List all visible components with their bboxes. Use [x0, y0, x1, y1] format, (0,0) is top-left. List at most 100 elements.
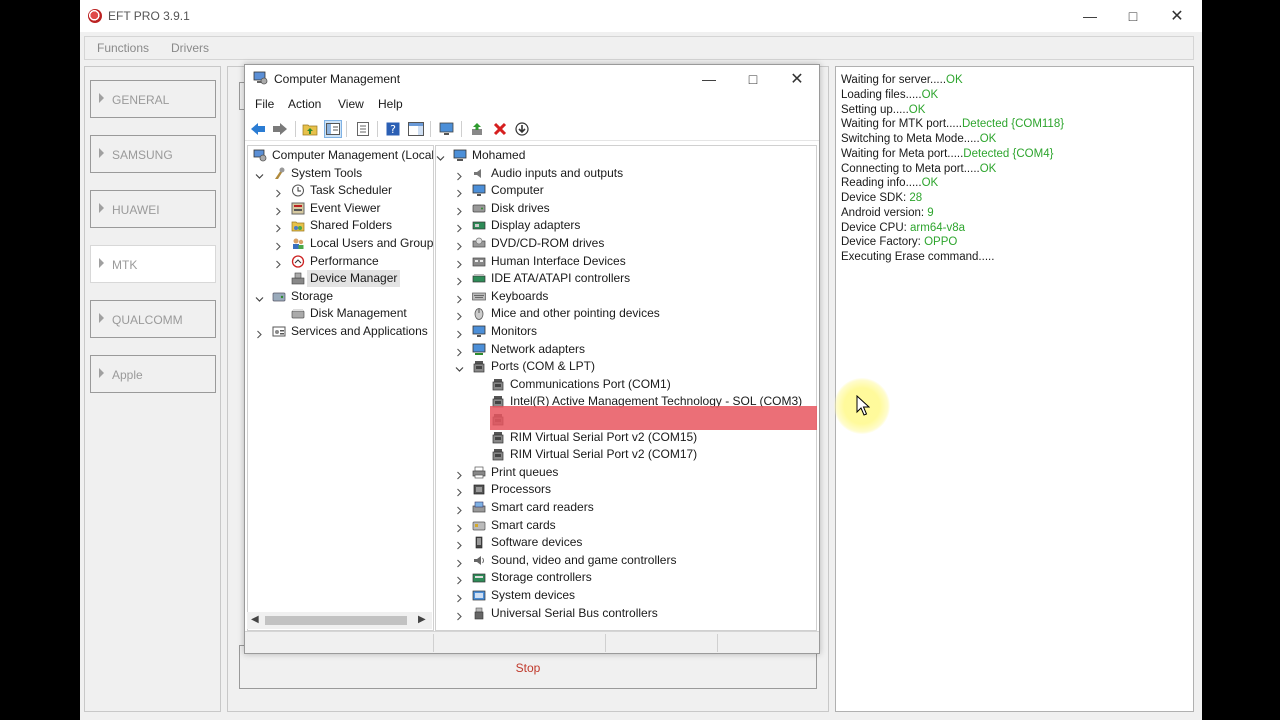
tree-item[interactable]: Software devices: [436, 534, 816, 551]
tree-item[interactable]: Smart card readers: [436, 499, 816, 516]
tree-item[interactable]: Human Interface Devices: [436, 253, 816, 270]
chevron-right-icon[interactable]: [455, 556, 464, 568]
cm-maximize-button[interactable]: □: [730, 63, 776, 95]
chevron-right-icon[interactable]: [274, 239, 283, 251]
menu-action[interactable]: Action: [288, 97, 321, 111]
maximize-button[interactable]: □: [1110, 0, 1156, 32]
log-line: Switching to Meta Mode.....OK: [841, 132, 1188, 147]
tree-item[interactable]: Monitors: [436, 323, 816, 340]
up-button[interactable]: [301, 120, 319, 138]
tree-item[interactable]: Universal Serial Bus controllers: [436, 605, 816, 622]
tree-item[interactable]: Communications Port (COM1): [436, 376, 816, 393]
forward-button[interactable]: [271, 120, 289, 138]
show-hide-tree-button[interactable]: [324, 120, 342, 138]
tree-item[interactable]: Shared Folders: [248, 217, 433, 234]
back-button[interactable]: [249, 120, 267, 138]
brand-button-mtk[interactable]: MTK: [90, 245, 216, 283]
tree-item[interactable]: RIM Virtual Serial Port v2 (COM15): [436, 429, 816, 446]
chevron-right-icon[interactable]: [455, 538, 464, 550]
tree-item[interactable]: IDE ATA/ATAPI controllers: [436, 270, 816, 287]
chevron-right-icon[interactable]: [455, 309, 464, 321]
chevron-right-icon[interactable]: [455, 292, 464, 304]
tree-item[interactable]: Task Scheduler: [248, 182, 433, 199]
scan-hardware-button[interactable]: [438, 120, 456, 138]
cm-minimize-button[interactable]: —: [686, 63, 732, 95]
brand-button-general[interactable]: GENERAL: [90, 80, 216, 118]
tree-item[interactable]: Ports (COM & LPT): [436, 358, 816, 375]
chevron-right-icon[interactable]: [455, 503, 464, 515]
close-button[interactable]: ✕: [1154, 0, 1200, 32]
chevron-right-icon[interactable]: [274, 204, 283, 216]
tree-item[interactable]: Keyboards: [436, 288, 816, 305]
properties-button[interactable]: [354, 120, 372, 138]
tree-item[interactable]: RIM Virtual Serial Port v2 (COM17): [436, 446, 816, 463]
tree-item[interactable]: Computer Management (Local: [248, 147, 433, 164]
chevron-right-icon[interactable]: [455, 521, 464, 532]
cm-close-button[interactable]: ✕: [774, 63, 820, 95]
chevron-right-icon[interactable]: [455, 327, 464, 339]
tree-item[interactable]: Sound, video and game controllers: [436, 552, 816, 569]
menu-drivers[interactable]: Drivers: [171, 41, 209, 55]
tree-item[interactable]: Storage controllers: [436, 569, 816, 586]
help-button[interactable]: ?: [384, 120, 402, 138]
tree-item[interactable]: Device Manager: [248, 270, 433, 288]
menu-help[interactable]: Help: [378, 97, 403, 111]
tree-item[interactable]: Print queues: [436, 464, 816, 481]
tree-item[interactable]: Storage: [248, 288, 433, 305]
tree-item[interactable]: Mohamed: [436, 147, 816, 164]
brand-button-qualcomm[interactable]: QUALCOMM: [90, 300, 216, 338]
chevron-right-icon[interactable]: [455, 239, 464, 251]
tree-item[interactable]: Display adapters: [436, 217, 816, 234]
chevron-right-icon[interactable]: [274, 221, 283, 233]
tree-item[interactable]: Network adapters: [436, 341, 816, 358]
tree-item[interactable]: Audio inputs and outputs: [436, 165, 816, 182]
chevron-right-icon[interactable]: [455, 591, 464, 603]
tree-item[interactable]: Local Users and Groups: [248, 235, 433, 252]
tree-item[interactable]: Disk Management: [248, 305, 433, 322]
menu-file[interactable]: File: [255, 97, 274, 111]
chevron-right-icon[interactable]: [455, 573, 464, 585]
minimize-button[interactable]: —: [1067, 0, 1113, 32]
chevron-right-icon[interactable]: [255, 327, 264, 339]
chevron-right-icon[interactable]: [455, 345, 464, 356]
chevron-right-icon[interactable]: [455, 468, 464, 480]
show-action-pane-button[interactable]: [407, 120, 425, 138]
tree-item[interactable]: System Tools: [248, 165, 433, 182]
chevron-right-icon[interactable]: [274, 186, 283, 198]
enable-device-button[interactable]: [513, 120, 531, 138]
chevron-right-icon[interactable]: [455, 169, 464, 180]
chevron-right-icon[interactable]: [455, 221, 464, 233]
chevron-down-icon[interactable]: [455, 362, 464, 373]
tree-item[interactable]: Services and Applications: [248, 323, 433, 340]
scroll-right-icon[interactable]: ▶: [418, 614, 426, 625]
chevron-down-icon[interactable]: [436, 151, 445, 161]
uninstall-button[interactable]: [491, 120, 509, 138]
chevron-down-icon[interactable]: [255, 169, 264, 179]
tree-item[interactable]: Smart cards: [436, 517, 816, 534]
tree-item[interactable]: System devices: [436, 587, 816, 604]
horizontal-scrollbar[interactable]: ◀ ▶: [247, 612, 432, 629]
brand-button-huawei[interactable]: HUAWEI: [90, 190, 216, 228]
scrollbar-thumb[interactable]: [265, 616, 407, 625]
tree-item[interactable]: Event Viewer: [248, 200, 433, 217]
chevron-right-icon[interactable]: [455, 186, 464, 198]
tree-item[interactable]: Performance: [248, 253, 433, 270]
chevron-right-icon[interactable]: [455, 204, 464, 216]
chevron-right-icon[interactable]: [274, 257, 283, 268]
menu-view[interactable]: View: [338, 97, 364, 111]
chevron-right-icon[interactable]: [455, 257, 464, 268]
update-driver-button[interactable]: [469, 120, 487, 138]
tree-item[interactable]: Disk drives: [436, 200, 816, 217]
brand-button-samsung[interactable]: SAMSUNG: [90, 135, 216, 173]
chevron-right-icon[interactable]: [455, 609, 464, 620]
menu-functions[interactable]: Functions: [97, 41, 149, 55]
brand-button-apple[interactable]: Apple: [90, 355, 216, 393]
chevron-down-icon[interactable]: [255, 292, 264, 302]
tree-item[interactable]: Computer: [436, 182, 816, 199]
tree-item[interactable]: Mice and other pointing devices: [436, 305, 816, 322]
scroll-left-icon[interactable]: ◀: [251, 614, 259, 625]
chevron-right-icon[interactable]: [455, 274, 464, 286]
chevron-right-icon[interactable]: [455, 485, 464, 497]
tree-item[interactable]: Processors: [436, 481, 816, 498]
tree-item[interactable]: DVD/CD-ROM drives: [436, 235, 816, 252]
